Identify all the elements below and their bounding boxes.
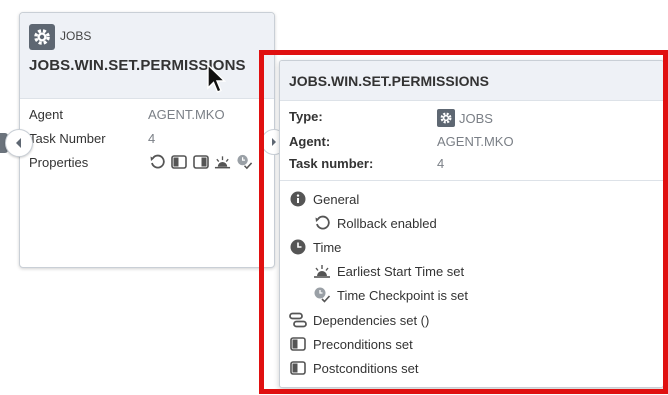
- agent-label: Agent: [29, 107, 63, 122]
- properties-label: Properties: [29, 155, 89, 170]
- chevron-left-icon: [16, 138, 21, 148]
- earliest-start-icon: [214, 153, 231, 170]
- highlight-frame: [259, 50, 668, 394]
- rollback-icon: [148, 153, 165, 170]
- job-card-header: JOBS JOBS.WIN.SET.PERMISSIONS: [20, 13, 274, 99]
- property-icons: [148, 153, 253, 170]
- postcondition-icon: [192, 153, 209, 170]
- job-type-label: JOBS: [60, 29, 92, 43]
- job-card[interactable]: JOBS JOBS.WIN.SET.PERMISSIONS Agent AGEN…: [19, 12, 275, 268]
- agent-value: AGENT.MKO: [148, 107, 225, 122]
- precondition-icon: [170, 153, 187, 170]
- task-number-value: 4: [148, 131, 156, 146]
- task-number-label: Task Number: [29, 131, 106, 146]
- gear-icon: [29, 24, 55, 50]
- collapse-left-button[interactable]: [5, 129, 33, 157]
- mouse-cursor-icon: [207, 63, 227, 101]
- time-checkpoint-icon: [236, 153, 253, 170]
